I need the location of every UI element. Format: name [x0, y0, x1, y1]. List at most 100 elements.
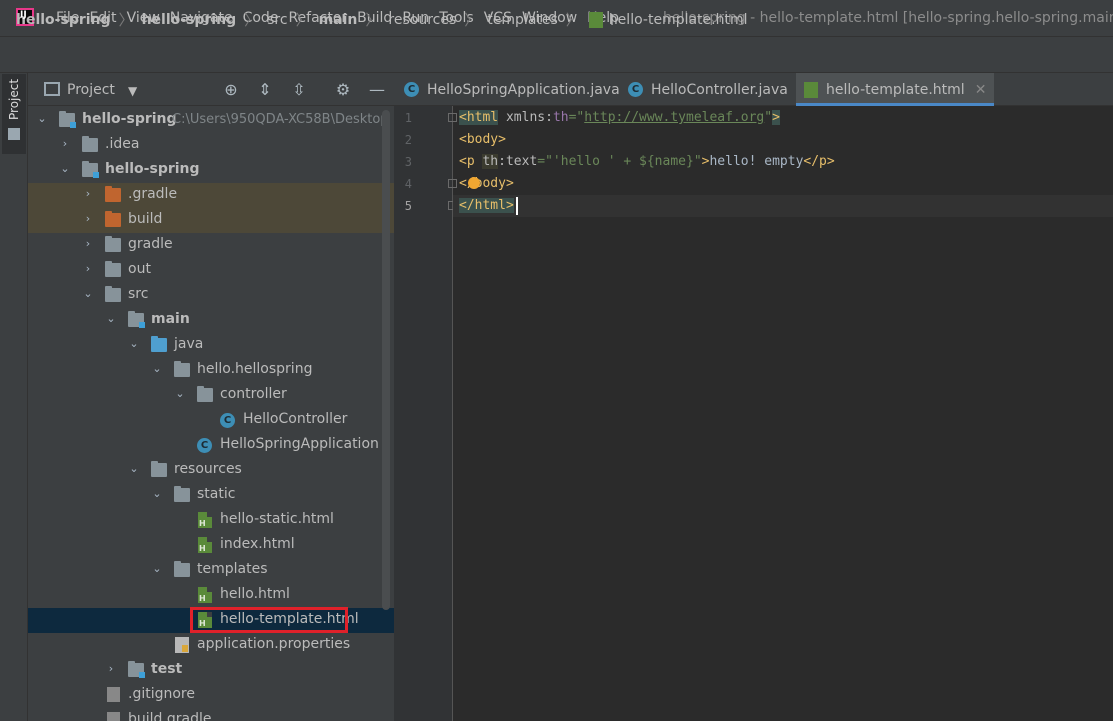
tree-row[interactable]: › gradle	[28, 233, 394, 258]
chevron-down-icon[interactable]: ⌄	[36, 113, 48, 125]
folder-icon	[174, 486, 190, 502]
code-line[interactable]: </html>	[459, 198, 514, 213]
tree-row[interactable]: C HelloSpringApplication	[28, 433, 394, 458]
project-panel-title[interactable]: Project	[67, 82, 115, 98]
chevron-right-icon: 〉	[565, 11, 581, 29]
chevron-right-icon[interactable]: ›	[59, 138, 71, 150]
minimize-icon[interactable]: —	[368, 81, 386, 99]
code-token: xmlns:	[498, 110, 553, 125]
java-class-icon: C	[628, 82, 643, 97]
tree-row[interactable]: ⌄ resources	[28, 458, 394, 483]
chevron-down-icon[interactable]: ⌄	[151, 563, 163, 575]
spring-class-icon: C	[404, 82, 419, 97]
chevron-down-icon[interactable]: ⌄	[128, 338, 140, 350]
tree-row[interactable]: index.html	[28, 533, 394, 558]
tree-label: build	[128, 211, 163, 227]
chevron-down-icon[interactable]: ⌄	[59, 163, 71, 175]
folder-icon	[105, 286, 121, 302]
collapse-all-icon[interactable]: ⇳	[290, 81, 308, 99]
chevron-right-icon[interactable]: ›	[82, 238, 94, 250]
breadcrumb-main[interactable]: main	[319, 12, 358, 28]
fold-icon[interactable]	[448, 113, 457, 122]
tree-row[interactable]: ⌄ hello-spring	[28, 158, 394, 183]
gitignore-file-icon	[107, 687, 120, 702]
chevron-right-icon[interactable]: ›	[105, 663, 117, 675]
tree-row[interactable]: ⌄ controller	[28, 383, 394, 408]
breadcrumb-file[interactable]: hello-template.html	[609, 12, 748, 28]
breadcrumb-src[interactable]: src	[267, 12, 287, 28]
code-token: ="'hello ' + ${name}"	[537, 154, 702, 169]
tree-label: templates	[197, 561, 268, 577]
tree-label: application.properties	[197, 636, 351, 652]
tab-hello-controller[interactable]: C HelloController.java ✕	[628, 73, 810, 106]
line-number: 2	[404, 133, 412, 147]
chevron-down-icon[interactable]: ⌄	[105, 313, 117, 325]
tree-row[interactable]: hello-static.html	[28, 508, 394, 533]
code-token: :text	[498, 154, 538, 169]
tree-row[interactable]: ⌄ hello-spring C:\Users\950QDA-XC58B\Des…	[28, 108, 394, 133]
close-icon[interactable]: ✕	[975, 82, 987, 98]
code-token: <p	[459, 154, 483, 169]
tree-label: hello.hellospring	[197, 361, 313, 377]
tree-row[interactable]: ⌄ hello.hellospring	[28, 358, 394, 383]
line-number: 4	[404, 177, 412, 191]
tree-label: main	[151, 311, 190, 327]
tree-label: resources	[174, 461, 242, 477]
tree-row[interactable]: › .idea	[28, 133, 394, 158]
locate-file-icon[interactable]: ⊕	[222, 81, 240, 99]
tree-row[interactable]: › build	[28, 208, 394, 233]
tree-row[interactable]: C HelloController	[28, 408, 394, 433]
tree-row[interactable]: ⌄ templates	[28, 558, 394, 583]
code-line[interactable]: <body>	[459, 132, 506, 147]
tree-row[interactable]: ⌄ static	[28, 483, 394, 508]
tree-row[interactable]: hello.html	[28, 583, 394, 608]
project-tool-label[interactable]: Project	[7, 79, 21, 120]
tree-row[interactable]: ⌄ java	[28, 333, 394, 358]
chevron-down-icon[interactable]: ⌄	[151, 488, 163, 500]
module-folder-icon	[59, 111, 76, 128]
resources-folder-icon	[151, 461, 167, 477]
tree-label: java	[174, 336, 204, 352]
chevron-right-icon[interactable]: ›	[82, 188, 94, 200]
tree-row[interactable]: application.properties	[28, 633, 394, 658]
chevron-down-icon[interactable]: ▼	[128, 84, 137, 98]
tree-row[interactable]: .gitignore	[28, 683, 394, 708]
lightbulb-icon[interactable]	[468, 177, 480, 189]
tree-label: index.html	[220, 536, 295, 552]
tree-label: controller	[220, 386, 287, 402]
breadcrumb: hello-spring 〉 hello-spring 〉 src 〉 main 〉 r…	[16, 9, 748, 30]
tree-row[interactable]: › test	[28, 658, 394, 683]
properties-file-icon	[175, 637, 189, 653]
chevron-right-icon[interactable]: ›	[82, 263, 94, 275]
tree-row[interactable]: ⌄ main	[28, 308, 394, 333]
breadcrumb-module[interactable]: hello-spring	[142, 12, 237, 28]
chevron-down-icon[interactable]: ⌄	[151, 363, 163, 375]
gear-icon[interactable]: ⚙	[334, 81, 352, 99]
breadcrumb-resources[interactable]: resources	[388, 12, 456, 28]
breadcrumb-project[interactable]: hello-spring	[16, 12, 111, 28]
code-line[interactable]: <p th:text="'hello ' + ${name}">hello! e…	[459, 154, 835, 169]
module-folder-icon	[82, 161, 99, 178]
code-token: "	[764, 110, 773, 125]
chevron-down-icon[interactable]: ⌄	[82, 288, 94, 300]
chevron-right-icon[interactable]: ›	[82, 213, 94, 225]
tree-label: out	[128, 261, 151, 277]
excluded-folder-icon	[105, 186, 121, 202]
tree-row[interactable]: › .gradle	[28, 183, 394, 208]
code-token: <html	[459, 110, 499, 125]
tab-hello-spring-application[interactable]: C HelloSpringApplication.java	[404, 73, 620, 106]
tree-row[interactable]: build.gradle	[28, 708, 394, 721]
expand-all-icon[interactable]: ⇕	[256, 81, 274, 99]
code-line[interactable]: <html xmlns:th="http://www.tymeleaf.org"…	[459, 110, 780, 125]
breadcrumb-templates[interactable]: templates	[487, 12, 558, 28]
tree-label: src	[128, 286, 149, 302]
chevron-down-icon[interactable]: ⌄	[174, 388, 186, 400]
chevron-down-icon[interactable]: ⌄	[128, 463, 140, 475]
tab-hello-template[interactable]: hello-template.html ✕	[796, 73, 995, 106]
tree-row[interactable]: › out	[28, 258, 394, 283]
project-scrollbar[interactable]	[382, 110, 390, 610]
tree-row[interactable]: ⌄ src	[28, 283, 394, 308]
code-token: <body>	[459, 132, 506, 147]
fold-icon[interactable]	[448, 179, 457, 188]
code-token: th	[482, 154, 499, 169]
